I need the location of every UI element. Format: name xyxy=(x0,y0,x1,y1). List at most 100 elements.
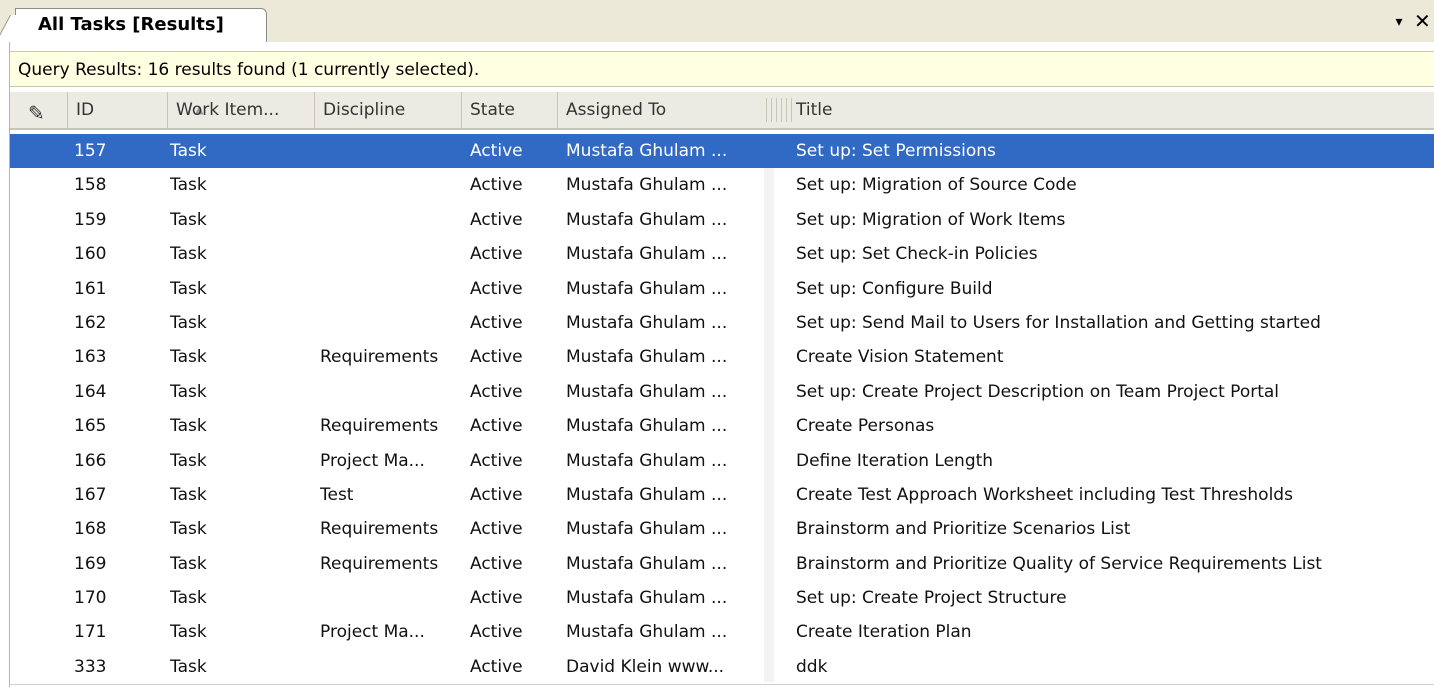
cell-state: Active xyxy=(470,141,523,161)
cell-work-item-type: Task xyxy=(170,553,207,574)
results-grid-body: 157 Task Active Mustafa Ghulam ... Set u… xyxy=(10,134,1434,684)
cell-work-item-type: Task xyxy=(170,656,207,677)
cell-assigned-to: Mustafa Ghulam ... xyxy=(566,347,728,368)
cell-title: ddk xyxy=(796,656,828,677)
cell-state: Active xyxy=(470,175,523,196)
cell-state: Active xyxy=(470,244,523,265)
cell-state: Active xyxy=(470,519,523,540)
cell-assigned-to: Mustafa Ghulam ... xyxy=(566,484,728,505)
column-header-title[interactable]: Title xyxy=(788,92,1428,128)
table-row[interactable]: 167 Task Test Active Mustafa Ghulam ... … xyxy=(10,478,1434,512)
cell-work-item-type: Task xyxy=(170,312,207,333)
cell-assigned-to: Mustafa Ghulam ... xyxy=(566,141,728,161)
cell-assigned-to: Mustafa Ghulam ... xyxy=(566,553,728,574)
cell-state: Active xyxy=(470,278,523,299)
cell-work-item-type: Task xyxy=(170,209,207,230)
cell-state: Active xyxy=(470,312,523,333)
table-row[interactable]: 333 Task Active David Klein www... ddk xyxy=(10,650,1434,684)
cell-title: Create Personas xyxy=(796,416,935,437)
cell-id: 160 xyxy=(74,244,107,265)
cell-id: 157 xyxy=(74,141,107,161)
cell-assigned-to: Mustafa Ghulam ... xyxy=(566,312,728,333)
cell-title: Set up: Set Check-in Policies xyxy=(796,244,1038,265)
cell-assigned-to: Mustafa Ghulam ... xyxy=(566,519,728,540)
pencil-icon: ✎ xyxy=(28,101,45,125)
cell-id: 169 xyxy=(74,553,107,574)
cell-id: 161 xyxy=(74,278,107,299)
cell-state: Active xyxy=(470,656,523,677)
cell-assigned-to: Mustafa Ghulam ... xyxy=(566,209,728,230)
column-header-label: Work Item... xyxy=(176,100,280,120)
cell-title: Create Test Approach Worksheet including… xyxy=(796,484,1293,505)
cell-title: Set up: Create Project Structure xyxy=(796,588,1067,609)
column-header-discipline[interactable]: Discipline xyxy=(315,92,462,128)
window-dropdown-icon[interactable]: ▾ xyxy=(1388,10,1410,34)
close-icon[interactable]: ✕ xyxy=(1414,8,1434,34)
cell-state: Active xyxy=(470,484,523,505)
table-row[interactable]: 161 Task Active Mustafa Ghulam ... Set u… xyxy=(10,272,1434,306)
cell-assigned-to: David Klein www... xyxy=(566,656,725,677)
table-row[interactable]: 165 Task Requirements Active Mustafa Ghu… xyxy=(10,409,1434,443)
column-header-assigned-to[interactable]: Assigned To xyxy=(558,92,758,128)
cell-title: Set up: Configure Build xyxy=(796,278,993,299)
cell-title: Brainstorm and Prioritize Quality of Ser… xyxy=(796,553,1322,574)
column-header-state[interactable]: State xyxy=(462,92,558,128)
cell-title: Set up: Set Permissions xyxy=(796,141,996,161)
cell-state: Active xyxy=(470,209,523,230)
cell-discipline: Requirements xyxy=(320,416,439,437)
cell-discipline: Requirements xyxy=(320,519,439,540)
table-row[interactable]: 158 Task Active Mustafa Ghulam ... Set u… xyxy=(10,168,1434,202)
cell-id: 164 xyxy=(74,381,107,402)
table-row[interactable]: 160 Task Active Mustafa Ghulam ... Set u… xyxy=(10,237,1434,271)
column-header-label: Title xyxy=(796,100,833,120)
table-row[interactable]: 162 Task Active Mustafa Ghulam ... Set u… xyxy=(10,306,1434,340)
cell-title: Create Vision Statement xyxy=(796,347,1004,368)
cell-assigned-to: Mustafa Ghulam ... xyxy=(566,278,728,299)
cell-discipline: Requirements xyxy=(320,553,439,574)
cell-discipline: Project Ma... xyxy=(320,622,425,643)
tab-all-tasks-results[interactable]: All Tasks [Results] xyxy=(15,8,267,42)
table-row[interactable]: 159 Task Active Mustafa Ghulam ... Set u… xyxy=(10,203,1434,237)
column-header-label: ID xyxy=(76,100,95,120)
tab-label: All Tasks [Results] xyxy=(38,14,224,35)
table-row[interactable]: 164 Task Active Mustafa Ghulam ... Set u… xyxy=(10,375,1434,409)
table-row[interactable]: 171 Task Project Ma... Active Mustafa Gh… xyxy=(10,615,1434,649)
cell-id: 162 xyxy=(74,312,107,333)
cell-id: 171 xyxy=(74,622,107,643)
column-header-label: Assigned To xyxy=(566,100,667,120)
column-header-id[interactable]: ID ▲ xyxy=(68,92,203,128)
cell-id: 159 xyxy=(74,209,107,230)
cell-discipline: Test xyxy=(320,484,354,505)
cell-state: Active xyxy=(470,381,523,402)
cell-work-item-type: Task xyxy=(170,175,207,196)
cell-assigned-to: Mustafa Ghulam ... xyxy=(566,244,728,265)
cell-work-item-type: Task xyxy=(170,484,207,505)
cell-id: 163 xyxy=(74,347,107,368)
table-row[interactable]: 166 Task Project Ma... Active Mustafa Gh… xyxy=(10,444,1434,478)
cell-title: Set up: Create Project Description on Te… xyxy=(796,381,1280,402)
cell-id: 158 xyxy=(74,175,107,196)
cell-work-item-type: Task xyxy=(170,141,207,161)
cell-state: Active xyxy=(470,553,523,574)
table-row[interactable]: 168 Task Requirements Active Mustafa Ghu… xyxy=(10,512,1434,546)
column-header-label: Discipline xyxy=(323,100,406,120)
grid-bottom-border xyxy=(10,684,1434,685)
cell-title: Set up: Migration of Source Code xyxy=(796,175,1077,196)
cell-title: Brainstorm and Prioritize Scenarios List xyxy=(796,519,1131,540)
cell-work-item-type: Task xyxy=(170,622,207,643)
results-grid-header: ✎ ID ▲ Work Item... Discipline State Ass… xyxy=(10,92,1434,130)
column-header-edit[interactable]: ✎ xyxy=(10,92,68,128)
cell-title: Define Iteration Length xyxy=(796,450,994,471)
cell-assigned-to: Mustafa Ghulam ... xyxy=(566,588,728,609)
cell-state: Active xyxy=(470,622,523,643)
column-header-label: State xyxy=(470,100,515,120)
cell-id: 170 xyxy=(74,588,107,609)
cell-title: Create Iteration Plan xyxy=(796,622,972,643)
cell-assigned-to: Mustafa Ghulam ... xyxy=(566,622,728,643)
cell-work-item-type: Task xyxy=(170,450,207,471)
table-row[interactable]: 157 Task Active Mustafa Ghulam ... Set u… xyxy=(10,134,1434,169)
table-row[interactable]: 169 Task Requirements Active Mustafa Ghu… xyxy=(10,547,1434,581)
column-header-work-item-type[interactable]: Work Item... xyxy=(168,92,315,128)
table-row[interactable]: 170 Task Active Mustafa Ghulam ... Set u… xyxy=(10,581,1434,615)
table-row[interactable]: 163 Task Requirements Active Mustafa Ghu… xyxy=(10,340,1434,374)
